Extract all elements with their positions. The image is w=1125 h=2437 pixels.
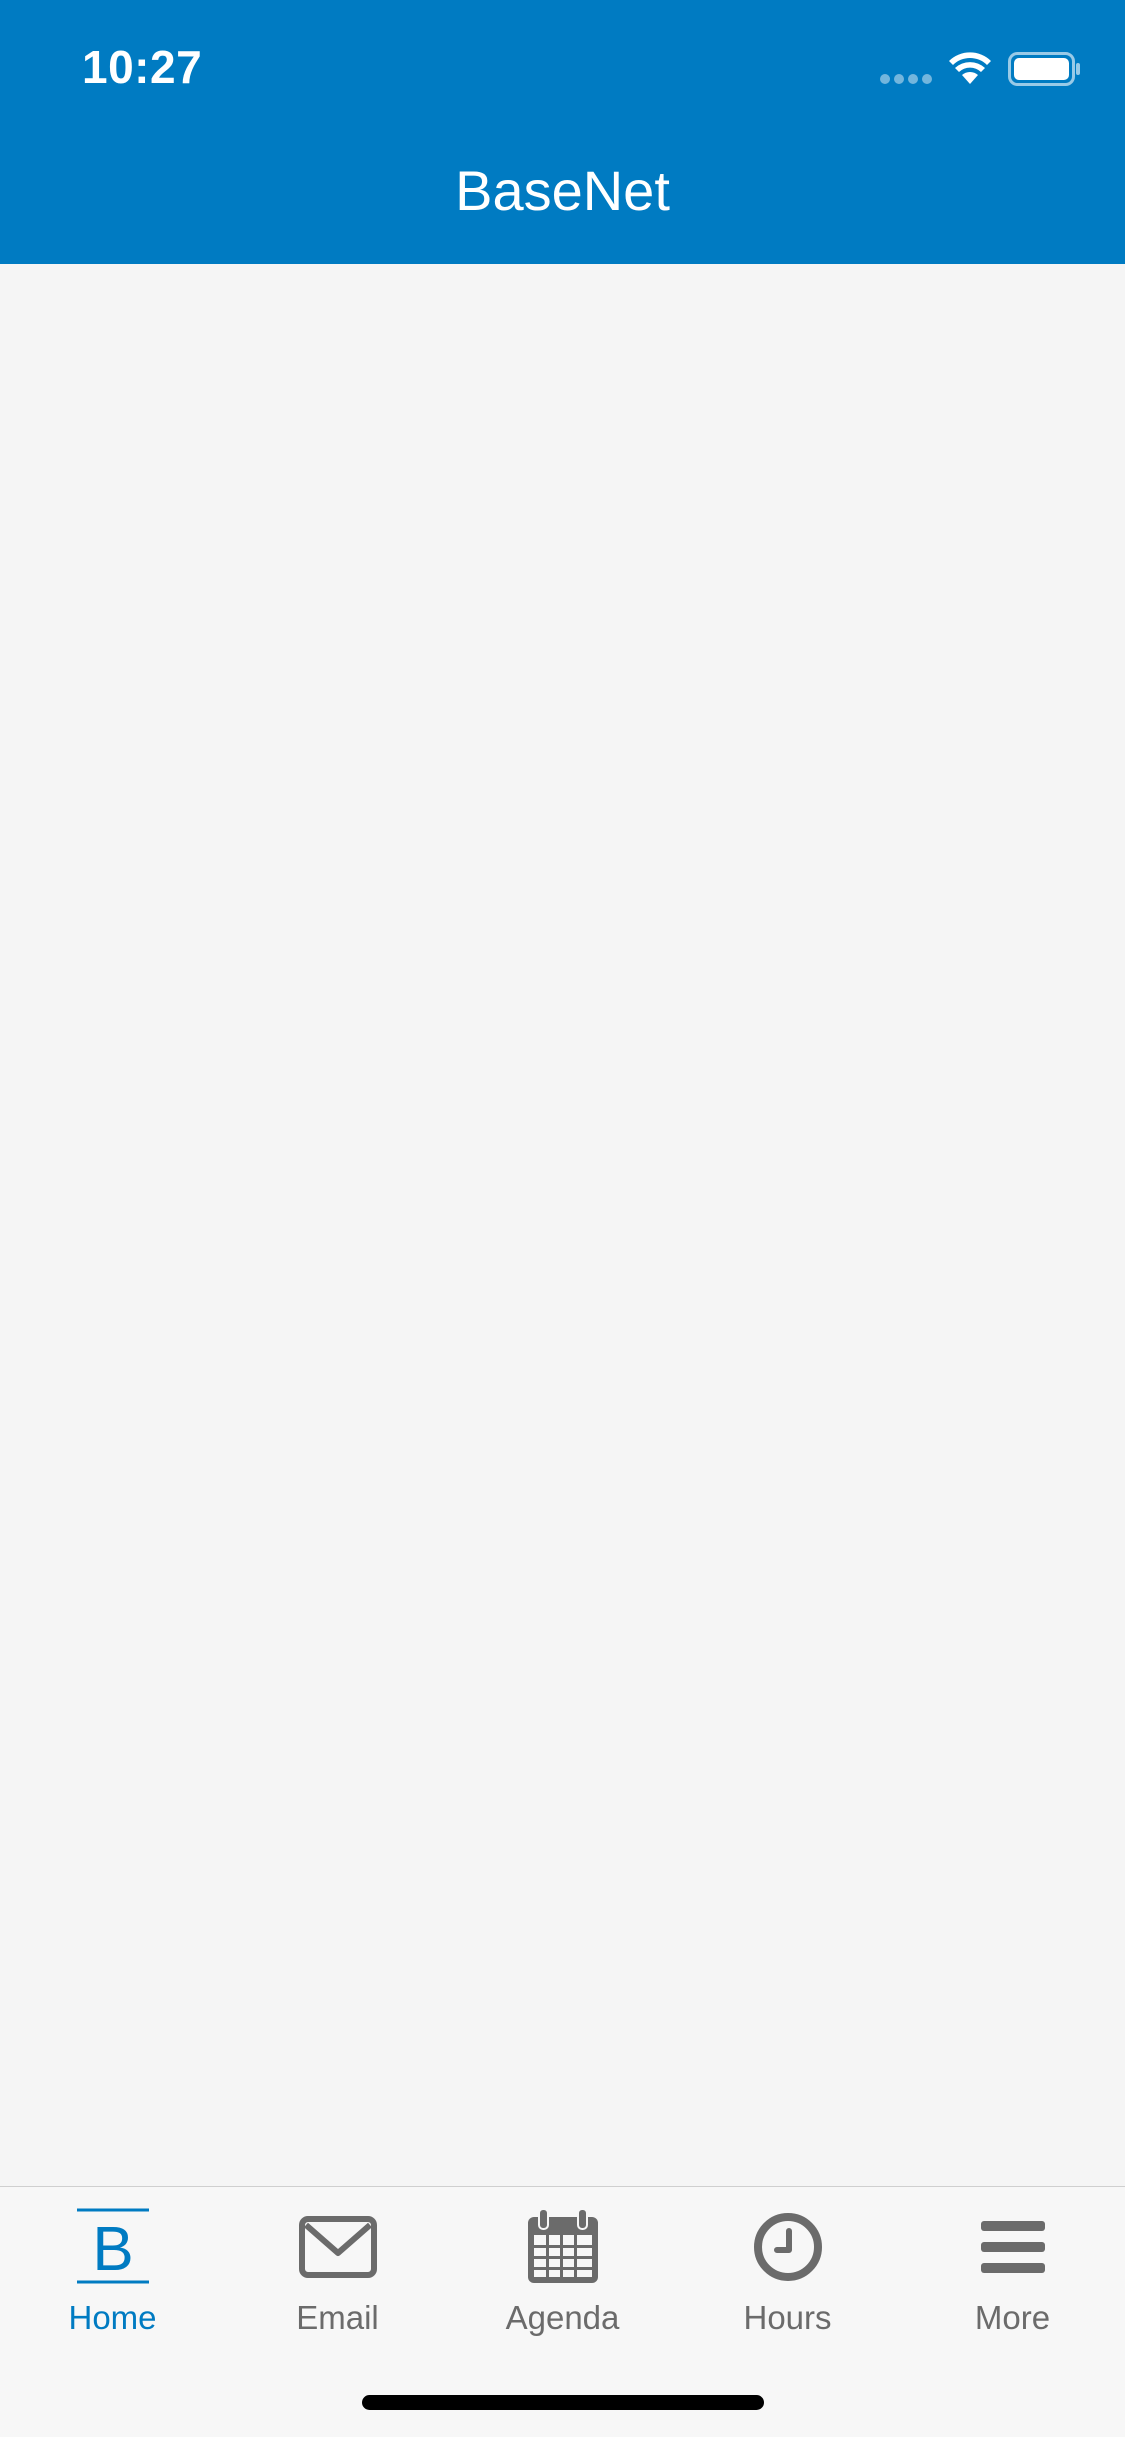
tab-label: Email [296,2299,379,2336]
tab-email[interactable]: Email [225,2207,450,2347]
tab-label: Hours [743,2299,832,2336]
tab-label: Agenda [505,2299,620,2336]
page-title: BaseNet [455,159,670,222]
tab-label: More [974,2299,1051,2336]
main-content [0,264,1125,2186]
tab-hours[interactable]: Hours [675,2207,900,2347]
tab-more[interactable]: More [900,2207,1125,2347]
home-indicator[interactable] [362,2395,764,2410]
calendar-icon [527,2208,598,2283]
tab-agenda[interactable]: Agenda [450,2207,675,2347]
tab-home[interactable]: B Home [0,2207,225,2347]
menu-icon [980,2221,1045,2273]
basenet-b-icon: B [76,2208,149,2284]
battery-icon [1008,52,1080,86]
tab-label: Home [68,2299,157,2336]
clock-icon [753,2213,822,2281]
cellular-signal-icon [880,74,932,84]
status-time: 10:27 [82,41,203,93]
svg-text:B: B [92,2215,133,2284]
app-header: 10:27 BaseNet [0,0,1125,264]
wifi-icon [949,52,991,84]
envelope-icon [298,2216,377,2278]
